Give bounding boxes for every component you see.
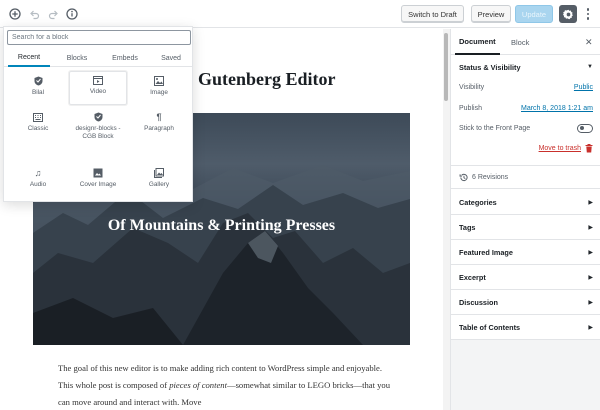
panel-title: Categories xyxy=(459,197,497,207)
revisions-link[interactable]: 6 Revisions xyxy=(451,165,600,189)
post-title[interactable]: Gutenberg Editor xyxy=(198,69,336,90)
chevron-right-icon: ▶ xyxy=(588,325,593,331)
tab-embeds[interactable]: Embeds xyxy=(104,49,146,67)
info-icon[interactable] xyxy=(65,7,79,21)
publish-label: Publish xyxy=(459,105,482,112)
status-visibility-panel-toggle[interactable]: Status & Visibility ▼ xyxy=(451,55,600,80)
categories-panel-toggle[interactable]: Categories ▶ xyxy=(451,190,600,215)
gallery-icon xyxy=(154,168,164,178)
panel-title: Tags xyxy=(459,222,476,232)
chevron-right-icon: ▶ xyxy=(588,300,593,306)
chevron-right-icon: ▶ xyxy=(588,200,593,206)
update-button[interactable]: Update xyxy=(515,5,553,23)
discussion-panel-toggle[interactable]: Discussion ▶ xyxy=(451,290,600,315)
paragraph-icon: ¶ xyxy=(156,112,162,122)
chevron-right-icon: ▶ xyxy=(588,250,593,256)
tab-recent[interactable]: Recent xyxy=(8,49,50,67)
video-icon xyxy=(93,75,103,85)
close-icon[interactable]: ✕ xyxy=(585,37,593,48)
block-item-cover-image[interactable]: Cover Image xyxy=(69,165,127,199)
block-inserter-popover: Recent Blocks Embeds Saved Bilal Video I… xyxy=(3,26,193,202)
block-item-label: Video xyxy=(89,88,107,95)
sticky-label: Stick to the Front Page xyxy=(459,125,531,132)
move-to-trash-link[interactable]: Move to trash xyxy=(539,145,581,152)
block-item-label: Audio xyxy=(29,181,47,188)
plus-circle-icon[interactable] xyxy=(8,7,22,21)
visibility-label: Visibility xyxy=(459,84,485,91)
sticky-toggle[interactable] xyxy=(577,124,593,133)
revisions-label: 6 Revisions xyxy=(472,173,509,181)
scrollbar-thumb[interactable] xyxy=(444,33,448,101)
cover-image-icon xyxy=(93,168,103,178)
panel-title: Discussion xyxy=(459,297,498,307)
block-item-bilal[interactable]: Bilal xyxy=(9,73,67,107)
history-icon xyxy=(459,173,468,181)
block-item-audio[interactable]: ♫ Audio xyxy=(9,165,67,199)
tab-block[interactable]: Block xyxy=(511,29,529,55)
panel-title: Table of Contents xyxy=(459,322,521,332)
publish-row: Publish March 8, 2018 1:21 am xyxy=(459,105,593,117)
featured-image-panel-toggle[interactable]: Featured Image ▶ xyxy=(451,240,600,265)
switch-to-draft-button[interactable]: Switch to Draft xyxy=(401,5,464,23)
inserter-tabs: Recent Blocks Embeds Saved xyxy=(4,49,192,67)
block-item-paragraph[interactable]: ¶ Paragraph xyxy=(130,109,188,143)
settings-sidebar: Document Block ✕ Status & Visibility ▼ V… xyxy=(450,29,600,410)
block-item-label: Image xyxy=(150,89,168,96)
block-item-label: Cover Image xyxy=(79,181,117,188)
block-item-label: Paragraph xyxy=(144,125,174,132)
block-search-input[interactable] xyxy=(7,30,191,45)
redo-icon[interactable] xyxy=(46,7,60,21)
block-item-designr-blocks[interactable]: designr-blocks - CGB Block xyxy=(69,109,127,149)
tab-blocks[interactable]: Blocks xyxy=(56,49,98,67)
keyboard-icon xyxy=(33,112,43,122)
chevron-right-icon: ▶ xyxy=(588,275,593,281)
block-item-label: Bilal xyxy=(31,89,45,96)
panel-title: Excerpt xyxy=(459,272,486,282)
paragraph-block[interactable]: The goal of this new editor is to make a… xyxy=(58,360,398,410)
visibility-link[interactable]: Public xyxy=(574,84,593,91)
undo-icon[interactable] xyxy=(27,7,41,21)
shield-icon xyxy=(93,112,103,122)
sticky-row: Stick to the Front Page xyxy=(459,124,593,137)
tab-saved[interactable]: Saved xyxy=(150,49,192,67)
music-note-icon: ♫ xyxy=(34,168,42,178)
chevron-down-icon: ▼ xyxy=(587,64,593,70)
shield-icon xyxy=(33,76,43,86)
table-of-contents-panel-toggle[interactable]: Table of Contents ▶ xyxy=(451,315,600,340)
block-item-label: Classic xyxy=(27,125,49,132)
visibility-row: Visibility Public xyxy=(459,84,593,96)
block-item-label: designr-blocks - CGB Block xyxy=(75,125,121,140)
tags-panel-toggle[interactable]: Tags ▶ xyxy=(451,215,600,240)
trash-row: Move to trash xyxy=(459,144,593,157)
cover-title[interactable]: Of Mountains & Printing Presses xyxy=(33,217,410,235)
panel-title: Status & Visibility xyxy=(459,63,521,72)
panel-title: Featured Image xyxy=(459,247,513,257)
block-item-video[interactable]: Video xyxy=(69,71,127,105)
tab-document[interactable]: Document xyxy=(455,29,500,55)
block-item-label: Gallery xyxy=(148,181,170,188)
block-item-image[interactable]: Image xyxy=(130,73,188,107)
chevron-right-icon: ▶ xyxy=(588,225,593,231)
paragraph-emphasis: pieces of content xyxy=(169,380,227,390)
settings-button[interactable] xyxy=(559,5,577,23)
block-item-gallery[interactable]: Gallery xyxy=(130,165,188,199)
trash-icon[interactable] xyxy=(585,144,593,155)
publish-date-link[interactable]: March 8, 2018 1:21 am xyxy=(521,105,593,112)
preview-button[interactable]: Preview xyxy=(471,5,511,23)
sidebar-tabs: Document Block ✕ xyxy=(451,29,600,55)
sidebar-empty-area xyxy=(451,340,600,410)
block-item-classic[interactable]: Classic xyxy=(9,109,67,143)
excerpt-panel-toggle[interactable]: Excerpt ▶ xyxy=(451,265,600,290)
editor-header: Switch to Draft Preview Update xyxy=(0,0,600,28)
image-icon xyxy=(154,76,164,86)
gear-icon xyxy=(562,9,573,19)
more-vertical-icon[interactable] xyxy=(582,6,594,22)
